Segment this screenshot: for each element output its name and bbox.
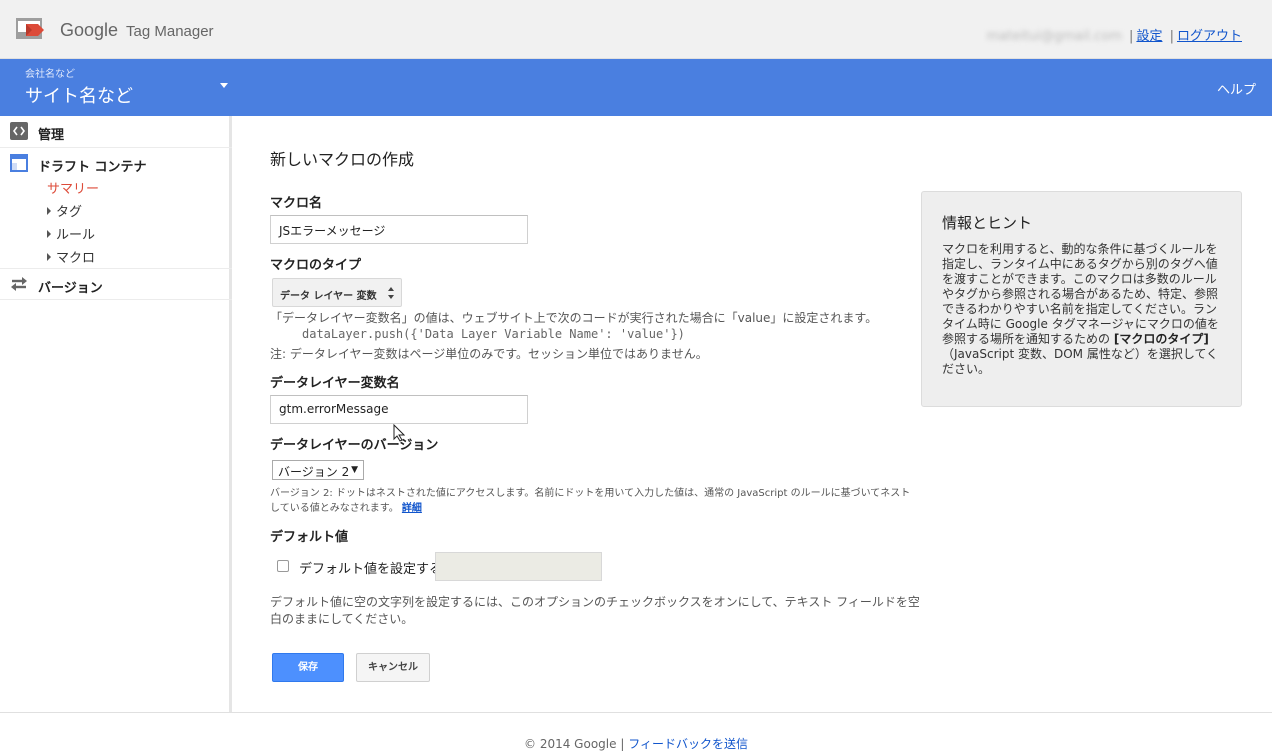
default-value-note: デフォルト値に空の文字列を設定するには、このオプションのチェックボックスをオンに… bbox=[270, 595, 920, 626]
dropdown-arrow-icon: ▼ bbox=[351, 465, 358, 475]
details-link[interactable]: 詳細 bbox=[402, 503, 422, 514]
version-description: バージョン 2: ドットはネストされた値にアクセスします。名前にドットを用いて入… bbox=[270, 486, 920, 516]
type-note: 注: データレイヤー変数はページ単位のみです。セッション単位ではありません。 bbox=[270, 347, 708, 361]
footer-text: © 2014 Google | フィードバックを送信 bbox=[0, 735, 1272, 752]
page-title: 新しいマクロの作成 bbox=[270, 150, 415, 169]
macro-type-value: データ レイヤー 変数 bbox=[280, 291, 377, 302]
user-email: mateitui@gmail.com bbox=[986, 29, 1122, 44]
triangle-right-icon bbox=[47, 207, 51, 215]
container-icon bbox=[10, 154, 28, 172]
type-description: 「データレイヤー変数名」の値は、ウェブサイト上で次のコードが実行された場合に「v… bbox=[270, 311, 878, 325]
sidebar-item-rules[interactable]: ルール bbox=[47, 224, 95, 243]
info-body: マクロを利用すると、動的な条件に基づくルールを指定し、ランタイム中にあるタグから… bbox=[942, 242, 1226, 377]
dl-version-select[interactable]: バージョン 2 ▼ bbox=[272, 460, 364, 480]
type-code-sample: dataLayer.push({'Data Layer Variable Nam… bbox=[302, 327, 685, 341]
separator: | bbox=[1129, 29, 1134, 44]
sidebar-item-tags[interactable]: タグ bbox=[47, 201, 82, 220]
brand-name: Google bbox=[60, 20, 119, 40]
help-link[interactable]: ヘルプ bbox=[1217, 79, 1256, 98]
product-name: Tag Manager bbox=[126, 23, 214, 40]
gtm-logo-icon bbox=[16, 18, 44, 39]
sidebar-item-admin[interactable]: 管理 bbox=[0, 116, 232, 148]
separator: | bbox=[1169, 29, 1174, 44]
sidebar-item-versions[interactable]: バージョン bbox=[0, 269, 232, 300]
info-body-text-end: （JavaScript 変数、DOM 属性など）を選択してください。 bbox=[942, 347, 1219, 376]
mouse-cursor-icon bbox=[393, 424, 405, 442]
macro-name-label: マクロ名 bbox=[270, 196, 323, 211]
info-title: 情報とヒント bbox=[942, 214, 1033, 232]
sidebar-item-label: マクロ bbox=[56, 251, 96, 266]
company-name: 会社名など bbox=[25, 69, 75, 80]
main-content: 新しいマクロの作成 マクロ名 JSエラーメッセージ マクロのタイプ データ レイ… bbox=[235, 116, 1272, 713]
dl-version-value: バージョン 2 bbox=[278, 465, 350, 479]
user-bar: mateitui@gmail.com | 設定 | ログアウト bbox=[987, 25, 1242, 44]
sidebar-group-draft: ドラフト コンテナ サマリー タグ ルール マクロ bbox=[0, 148, 232, 269]
sidebar: 管理 ドラフト コンテナ サマリー タグ ルール マクロ バージョン bbox=[0, 116, 232, 713]
cancel-button[interactable]: キャンセル bbox=[356, 653, 430, 682]
macro-type-select[interactable]: データ レイヤー 変数 bbox=[272, 278, 402, 307]
sidebar-item-draft[interactable]: ドラフト コンテナ bbox=[38, 156, 147, 175]
sidebar-item-label: ルール bbox=[56, 228, 96, 243]
sidebar-item-label: タグ bbox=[56, 205, 83, 220]
settings-link[interactable]: 設定 bbox=[1136, 29, 1162, 44]
sidebar-item-label: 管理 bbox=[38, 128, 65, 143]
default-value-input[interactable] bbox=[435, 552, 602, 581]
code-icon bbox=[10, 122, 28, 140]
default-value-checkbox-label: デフォルト値を設定する: bbox=[299, 562, 447, 577]
sidebar-item-macros[interactable]: マクロ bbox=[47, 247, 95, 266]
site-selector[interactable]: サイト名など bbox=[25, 82, 133, 108]
sidebar-item-label: バージョン bbox=[38, 281, 103, 296]
versions-icon bbox=[11, 277, 27, 291]
caret-down-icon[interactable] bbox=[220, 83, 228, 88]
triangle-right-icon bbox=[47, 230, 51, 238]
dl-version-label: データレイヤーのバージョン bbox=[270, 438, 439, 453]
dl-variable-input[interactable]: gtm.errorMessage bbox=[270, 395, 528, 424]
info-body-text: マクロを利用すると、動的な条件に基づくルールを指定し、ランタイム中にあるタグから… bbox=[942, 242, 1219, 346]
dl-variable-label: データレイヤー変数名 bbox=[270, 376, 400, 391]
footer: © 2014 Google | フィードバックを送信 bbox=[0, 712, 1272, 754]
sidebar-item-summary[interactable]: サマリー bbox=[47, 178, 99, 197]
triangle-right-icon bbox=[47, 253, 51, 261]
updown-arrows-icon bbox=[388, 287, 394, 299]
account-bar: 会社名など サイト名など ヘルプ bbox=[0, 59, 1272, 116]
macro-name-input[interactable]: JSエラーメッセージ bbox=[270, 215, 528, 244]
version-description-text: バージョン 2: ドットはネストされた値にアクセスします。名前にドットを用いて入… bbox=[270, 488, 911, 514]
logout-link[interactable]: ログアウト bbox=[1177, 29, 1242, 44]
copyright: © 2014 Google bbox=[524, 737, 617, 751]
macro-type-label: マクロのタイプ bbox=[270, 258, 362, 273]
separator: | bbox=[620, 737, 625, 751]
top-bar: Google Tag Manager mateitui@gmail.com | 設… bbox=[0, 0, 1272, 59]
info-hints-box: 情報とヒント マクロを利用すると、動的な条件に基づくルールを指定し、ランタイム中… bbox=[921, 191, 1242, 407]
default-value-label: デフォルト値 bbox=[270, 530, 349, 545]
default-value-checkbox[interactable] bbox=[277, 560, 289, 572]
save-button[interactable]: 保存 bbox=[272, 653, 344, 682]
info-body-bold: [マクロのタイプ] bbox=[1113, 332, 1209, 346]
feedback-link[interactable]: フィードバックを送信 bbox=[628, 737, 748, 751]
